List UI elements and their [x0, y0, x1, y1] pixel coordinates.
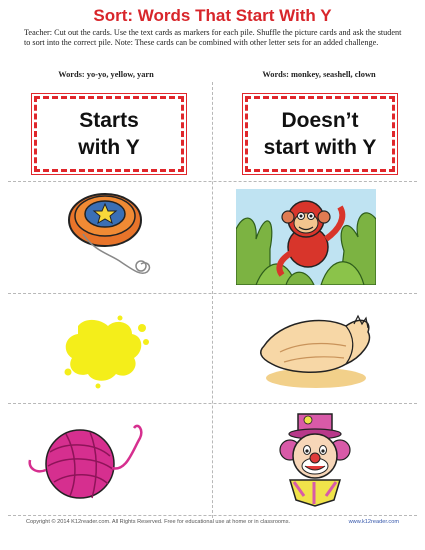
- page-title: Sort: Words That Start With Y: [93, 6, 332, 25]
- starts-with-y-card: Starts with Y: [31, 93, 187, 175]
- yo-yo-picture: [68, 193, 151, 274]
- word-list-right: Words: monkey, seashell, clown: [262, 70, 376, 79]
- cut-line-horizontal: [8, 293, 417, 294]
- card-line-2: with Y: [78, 136, 140, 159]
- card-line-1: Starts: [79, 109, 139, 132]
- cut-line-vertical: [212, 82, 213, 518]
- card-line-1: Doesn’t: [281, 109, 359, 132]
- cut-line-horizontal: [8, 515, 417, 516]
- cut-line-horizontal: [8, 181, 417, 182]
- doesnt-start-with-y-card: Doesn’t start with Y: [242, 93, 398, 175]
- card-line-2: start with Y: [263, 136, 377, 159]
- yellow-splat-picture: [64, 315, 149, 389]
- monkey-picture: [236, 189, 376, 285]
- teacher-instructions: Teacher: Cut out the cards. Use the text…: [24, 28, 402, 47]
- word-list-left: Words: yo-yo, yellow, yarn: [58, 70, 154, 79]
- yarn-picture: [28, 424, 143, 499]
- clown-picture: [279, 413, 351, 507]
- cut-line-horizontal: [8, 403, 417, 404]
- seashell-picture: [259, 314, 371, 388]
- website-link[interactable]: www.k12reader.com: [349, 519, 399, 525]
- copyright-notice: Copyright © 2014 K12reader.com. All Righ…: [26, 519, 291, 525]
